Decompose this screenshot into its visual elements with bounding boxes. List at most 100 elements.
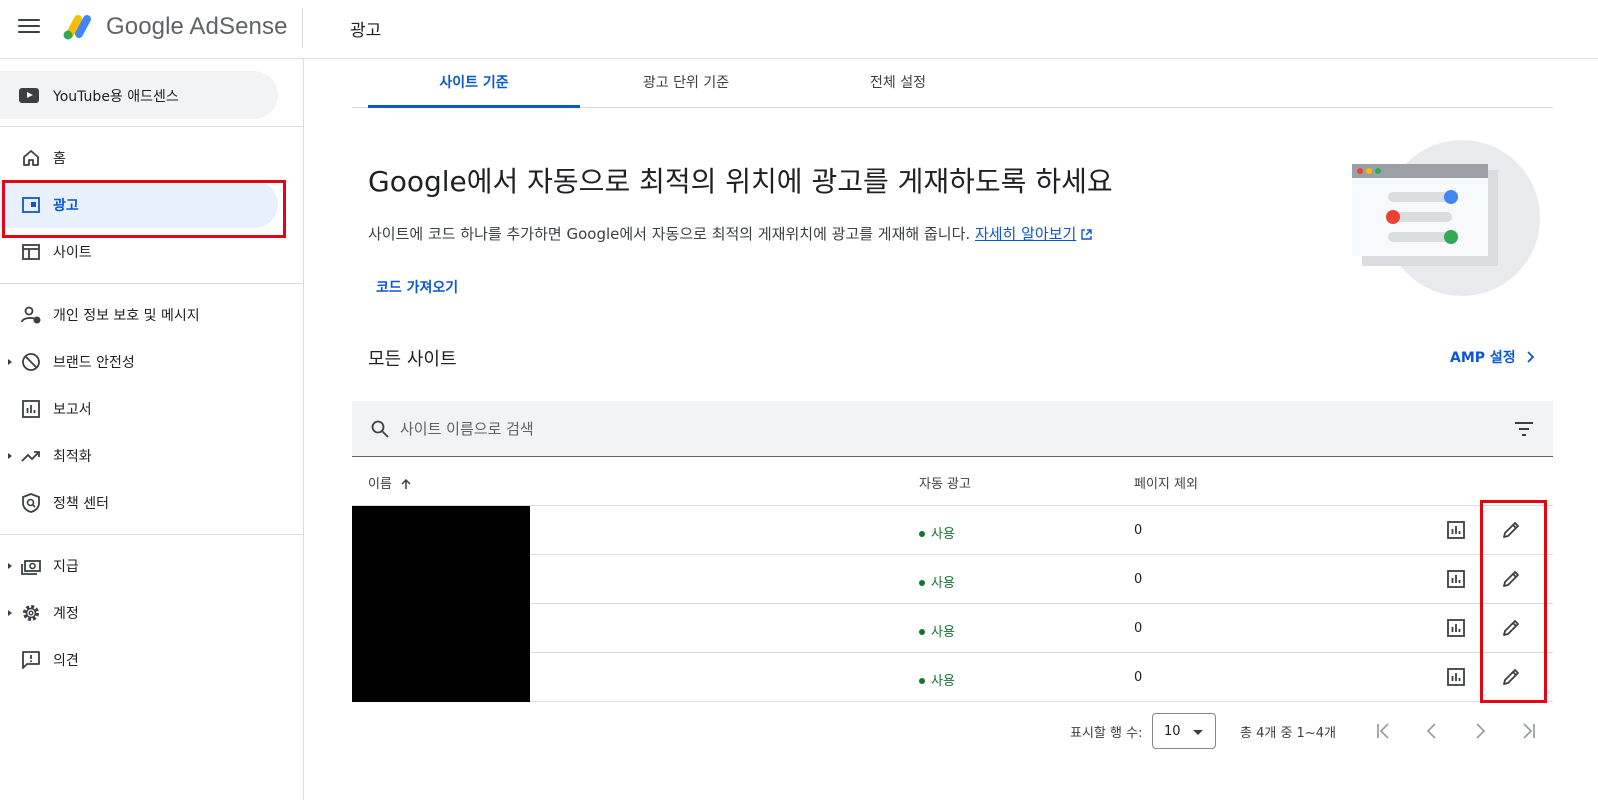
sidebar-item-label: 의견 [53, 653, 79, 669]
edit-icon[interactable] [1500, 617, 1522, 639]
previous-page-icon[interactable] [1420, 719, 1444, 743]
youtube-icon [19, 88, 39, 103]
trending-icon [21, 451, 40, 462]
open-external-icon [1081, 229, 1093, 240]
redacted-site-name [352, 653, 530, 702]
top-app-bar: Google AdSense 광고 [0, 0, 1598, 59]
get-code-button[interactable]: 코드 가져오기 [368, 272, 466, 304]
sidebar-item-label: 보고서 [53, 402, 92, 418]
rows-per-page-value: 10 [1164, 724, 1181, 739]
table-header: 이름 자동 광고 페이지 제외 [352, 457, 1553, 506]
table-row: 사용 0 [352, 555, 1553, 604]
table-row: 사용 0 [352, 506, 1553, 555]
chevron-right-icon [1527, 351, 1534, 363]
sidebar-item-privacy[interactable]: 개인 정보 보호 및 메시지 [0, 291, 278, 338]
feedback-icon [22, 651, 40, 669]
auto-ads-status: 사용 [919, 670, 955, 689]
ads-icon [22, 197, 40, 213]
sidebar-item-policy-center[interactable]: 정책 센터 [0, 479, 278, 526]
edit-icon[interactable] [1500, 568, 1522, 590]
tab-by-ad-unit[interactable]: 광고 단위 기준 [580, 60, 792, 108]
all-sites-heading: 모든 사이트 [368, 349, 457, 370]
amp-settings-link[interactable]: AMP 설정 [1450, 347, 1535, 367]
sidebar-nav: YouTube용 애드센스 홈 광고 사이트 개인 정보 보호 및 메시지 브랜… [0, 59, 304, 800]
home-icon [23, 150, 39, 166]
auto-ads-status: 사용 [919, 523, 955, 542]
status-dot-icon [919, 678, 925, 684]
status-dot-icon [919, 629, 925, 635]
auto-ads-status: 사용 [919, 572, 955, 591]
report-icon[interactable] [1445, 568, 1467, 590]
sidebar-item-account[interactable]: 계정 [0, 589, 278, 636]
column-name[interactable]: 이름 [368, 473, 412, 492]
sidebar-item-payments[interactable]: 지급 [0, 542, 278, 589]
expand-caret-icon [8, 610, 12, 616]
arrow-up-icon[interactable] [400, 478, 412, 490]
sidebar-item-reports[interactable]: 보고서 [0, 385, 278, 432]
sidebar-item-label: 계정 [53, 606, 79, 622]
edit-icon[interactable] [1500, 519, 1522, 541]
sidebar-divider [0, 534, 303, 535]
sidebar-item-ads[interactable]: 광고 [0, 181, 278, 228]
edit-icon[interactable] [1500, 666, 1522, 688]
status-label: 사용 [931, 527, 955, 542]
page-exclusions-count: 0 [1134, 523, 1143, 538]
column-page-exclusions: 페이지 제외 [1134, 477, 1198, 492]
site-search-bar [352, 401, 1553, 457]
last-page-icon[interactable] [1516, 719, 1540, 743]
rows-per-page-select[interactable]: 10 [1152, 713, 1216, 749]
page-exclusions-count: 0 [1134, 572, 1143, 587]
gear-icon [23, 605, 39, 621]
youtube-adsense-button[interactable]: YouTube용 애드센스 [0, 71, 278, 119]
sidebar-item-feedback[interactable]: 의견 [0, 636, 278, 683]
learn-more-link[interactable]: 자세히 알아보기 [975, 225, 1076, 243]
report-icon[interactable] [1445, 666, 1467, 688]
search-input[interactable] [398, 413, 1298, 445]
amp-settings-label: AMP 설정 [1450, 350, 1516, 366]
report-icon[interactable] [1445, 617, 1467, 639]
sidebar-item-label: 개인 정보 보호 및 메시지 [53, 308, 200, 324]
tab-by-site[interactable]: 사이트 기준 [368, 60, 580, 108]
adsense-logo-icon [63, 15, 91, 40]
page-title: 광고 [350, 21, 382, 41]
redacted-site-name [352, 506, 530, 555]
youtube-adsense-label: YouTube용 애드센스 [53, 89, 179, 105]
hero-description-text: 사이트에 코드 하나를 추가하면 Google에서 자동으로 최적의 게재위치에… [368, 225, 971, 243]
auto-ads-status: 사용 [919, 621, 955, 640]
first-page-icon[interactable] [1372, 719, 1396, 743]
block-icon [22, 353, 40, 371]
table-row: 사용 0 [352, 604, 1553, 653]
sidebar-item-label: 광고 [53, 198, 79, 214]
dropdown-arrow-icon [1193, 730, 1203, 735]
expand-caret-icon [8, 563, 12, 569]
sidebar-item-label: 정책 센터 [53, 496, 109, 512]
sidebar-item-brand-safety[interactable]: 브랜드 안전성 [0, 338, 278, 385]
status-dot-icon [919, 531, 925, 537]
tab-global-settings[interactable]: 전체 설정 [792, 60, 1004, 108]
sidebar-item-label: 지급 [53, 559, 79, 575]
column-auto-ads: 자동 광고 [919, 477, 971, 492]
auto-ads-illustration [1352, 140, 1540, 296]
brand-name[interactable]: Google AdSense [106, 13, 288, 41]
sidebar-item-sites[interactable]: 사이트 [0, 228, 278, 275]
sidebar-item-home[interactable]: 홈 [0, 134, 278, 181]
filter-icon[interactable] [1514, 421, 1534, 437]
menu-icon[interactable] [18, 19, 40, 37]
redacted-site-name [352, 555, 530, 604]
hero-title: Google에서 자동으로 최적의 위치에 광고를 게재하도록 하세요 [368, 165, 1113, 198]
expand-caret-icon [8, 453, 12, 459]
privacy-icon [21, 306, 41, 324]
pagination-range: 총 4개 중 1~4개 [1240, 726, 1336, 741]
next-page-icon[interactable] [1468, 719, 1492, 743]
payments-icon [21, 560, 41, 575]
report-icon[interactable] [1445, 519, 1467, 541]
sidebar-item-optimization[interactable]: 최적화 [0, 432, 278, 479]
expand-caret-icon [8, 359, 12, 365]
sidebar-item-label: 홈 [53, 151, 66, 167]
hero-description: 사이트에 코드 하나를 추가하면 Google에서 자동으로 최적의 게재위치에… [368, 223, 1093, 244]
tab-bar: 사이트 기준 광고 단위 기준 전체 설정 [352, 60, 1553, 108]
report-icon [22, 400, 40, 418]
search-icon [371, 420, 389, 438]
status-dot-icon [919, 580, 925, 586]
redacted-site-name [352, 604, 530, 653]
